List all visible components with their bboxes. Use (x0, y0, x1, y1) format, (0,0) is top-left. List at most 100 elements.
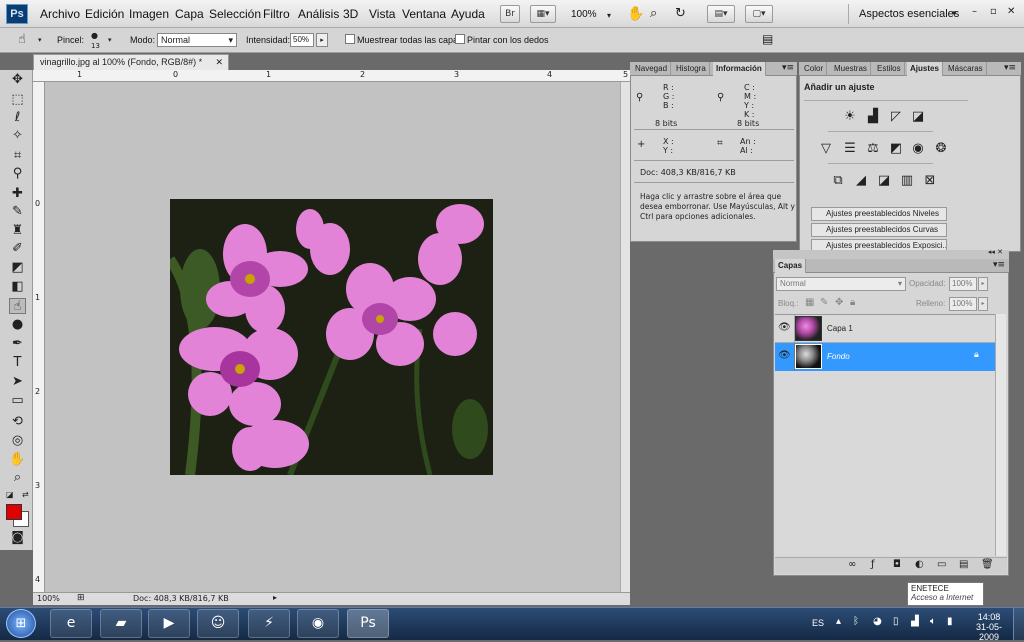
menu-archivo[interactable]: Archivo (40, 7, 80, 21)
strength-slider-button[interactable]: ▸ (316, 33, 328, 47)
lasso-tool-icon[interactable]: ℓ (9, 110, 26, 126)
layer-name[interactable]: Fondo (827, 352, 850, 361)
gradient-tool-icon[interactable]: ◧ (9, 279, 26, 295)
trash-icon[interactable]: 🗑︎ (981, 559, 994, 570)
signal-icon[interactable]: ▟ (911, 616, 919, 627)
battery-icon[interactable]: ▮ (947, 616, 953, 627)
zoom-tool-icon[interactable]: ⌕ (9, 470, 26, 486)
black-white-icon[interactable]: ◩ (888, 142, 904, 156)
swap-colors-icon[interactable]: ⇄ (22, 490, 29, 499)
lock-position-icon[interactable]: ✥ (835, 297, 843, 308)
tab-ajustes[interactable]: Ajustes (907, 62, 943, 76)
crop-tool-icon[interactable]: ⌗ (9, 148, 26, 164)
eraser-tool-icon[interactable]: ◩ (9, 260, 26, 276)
zoom-icon[interactable]: ⌕ (650, 6, 657, 21)
move-tool-icon[interactable]: ✥ (9, 72, 26, 88)
brush-tool-icon[interactable]: ✎ (9, 204, 26, 220)
volume-icon[interactable]: 🔈︎ (930, 616, 936, 627)
close-icon[interactable]: ✕ (215, 55, 223, 70)
clone-stamp-icon[interactable]: ♜ (9, 223, 26, 239)
firefox-icon[interactable]: ◉ (297, 609, 339, 638)
smudge-tool-icon[interactable]: ☝ (18, 32, 26, 47)
curves-icon[interactable]: ◸ (888, 110, 904, 124)
3d-orbit-icon[interactable]: ◎ (9, 433, 26, 449)
selective-color-icon[interactable]: ⊠ (922, 174, 938, 188)
color-balance-icon[interactable]: ⚖ (865, 142, 881, 156)
clock[interactable]: 14:08 31-05-2009 (968, 612, 1010, 642)
bridge-button[interactable]: Br (500, 5, 520, 23)
workspace-switcher[interactable]: Aspectos esenciales (859, 8, 959, 20)
new-group-icon[interactable]: ▭ (937, 559, 946, 570)
image-canvas[interactable] (165, 199, 493, 477)
vertical-scrollbar[interactable] (620, 82, 630, 592)
tab-histograma[interactable]: Histogra (673, 62, 710, 76)
preset-levels[interactable]: Ajustes preestablecidos Niveles (811, 207, 947, 221)
tab-estilos[interactable]: Estilos (874, 62, 905, 76)
chevron-down-icon[interactable]: ▾ (108, 36, 112, 44)
exposure-icon[interactable]: ◪ (910, 110, 926, 124)
tab-capas[interactable]: Capas (775, 259, 807, 273)
history-brush-icon[interactable]: ✐ (9, 241, 26, 257)
default-colors-icon[interactable]: ◪ (6, 490, 14, 499)
minimize-icon[interactable]: – (972, 6, 977, 17)
menu-capa[interactable]: Capa (175, 7, 204, 21)
layer-name[interactable]: Capa 1 (827, 324, 853, 333)
gradient-map-icon[interactable]: ▥ (899, 174, 915, 188)
chevron-down-icon[interactable]: ▾ (607, 11, 611, 20)
add-mask-icon[interactable]: ◘ (893, 559, 901, 570)
view-extras-button[interactable]: ▦▾ (530, 5, 556, 23)
fx-icon[interactable]: ƒ (871, 559, 875, 570)
blend-mode-select[interactable]: Normal ▾ (776, 277, 906, 291)
posterize-icon[interactable]: ◢ (853, 174, 869, 188)
zoom-level[interactable]: 100% (571, 9, 597, 20)
eyedropper-icon[interactable]: ⚲ (9, 166, 26, 182)
close-icon[interactable]: ✕ (1007, 6, 1015, 17)
tab-color[interactable]: Color (801, 62, 828, 76)
mode-select[interactable]: Normal ▾ (157, 33, 237, 47)
messenger-icon[interactable]: ☺ (197, 609, 239, 638)
marquee-tool-icon[interactable]: ⬚ (9, 92, 26, 108)
menu-3d[interactable]: 3D (343, 7, 358, 21)
rotate-view-icon[interactable]: ↻ (675, 6, 686, 21)
hue-saturation-icon[interactable]: ☰ (842, 142, 858, 156)
lock-pixels-icon[interactable]: ✎ (820, 297, 828, 308)
eye-icon[interactable]: 👁︎ (778, 350, 791, 361)
dodge-tool-icon[interactable]: ● (9, 317, 26, 333)
menu-ventana[interactable]: Ventana (402, 7, 446, 21)
photoshop-logo[interactable]: Ps (6, 4, 28, 24)
fill-slider-button[interactable]: ▸ (978, 297, 988, 311)
tab-navegador[interactable]: Navegad (632, 62, 672, 76)
panel-menu-icon[interactable]: ▾≡ (993, 260, 1005, 270)
smudge-tool-icon[interactable]: ☝ (9, 298, 26, 314)
brightness-contrast-icon[interactable]: ☀ (842, 110, 858, 124)
healing-brush-icon[interactable]: ✚ (9, 186, 26, 202)
photo-filter-icon[interactable]: ◉ (910, 142, 926, 156)
menu-ayuda[interactable]: Ayuda (451, 7, 485, 21)
tab-muestras[interactable]: Muestras (831, 62, 871, 76)
link-layers-icon[interactable]: ∞ (848, 559, 856, 570)
foreground-color-swatch[interactable] (6, 504, 22, 520)
bluetooth-icon[interactable]: ᛒ (853, 616, 859, 627)
3d-rotate-icon[interactable]: ⟲ (9, 414, 26, 430)
menu-seleccion[interactable]: Selección (209, 7, 261, 21)
vibrance-icon[interactable]: ▽ (818, 142, 834, 156)
menu-filtro[interactable]: Filtro (263, 7, 290, 21)
restore-icon[interactable]: ▫ (990, 6, 997, 17)
media-player-icon[interactable]: ▶ (148, 609, 190, 638)
shape-tool-icon[interactable]: ▭ (9, 393, 26, 409)
lock-all-icon[interactable]: 🔒︎ (850, 297, 855, 308)
quick-mask-icon[interactable]: ◙ (9, 530, 26, 546)
threshold-icon[interactable]: ◪ (876, 174, 892, 188)
invert-icon[interactable]: ⧉ (830, 174, 846, 188)
explorer-icon[interactable]: ▰ (100, 609, 142, 638)
ie-icon[interactable]: e (50, 609, 92, 638)
status-menu-icon[interactable]: ▸ (273, 593, 277, 602)
pen-tool-icon[interactable]: ✒ (9, 336, 26, 352)
channel-mixer-icon[interactable]: ❂ (933, 142, 949, 156)
layer-row[interactable]: 👁︎ Capa 1 (775, 315, 995, 343)
tab-mascaras[interactable]: Máscaras (945, 62, 987, 76)
menu-vista[interactable]: Vista (369, 7, 395, 21)
start-button[interactable]: ⊞ (6, 609, 36, 638)
brush-preview-icon[interactable]: ● (91, 31, 98, 40)
layer-row[interactable]: 👁︎ Fondo 🔒︎ (775, 343, 995, 371)
